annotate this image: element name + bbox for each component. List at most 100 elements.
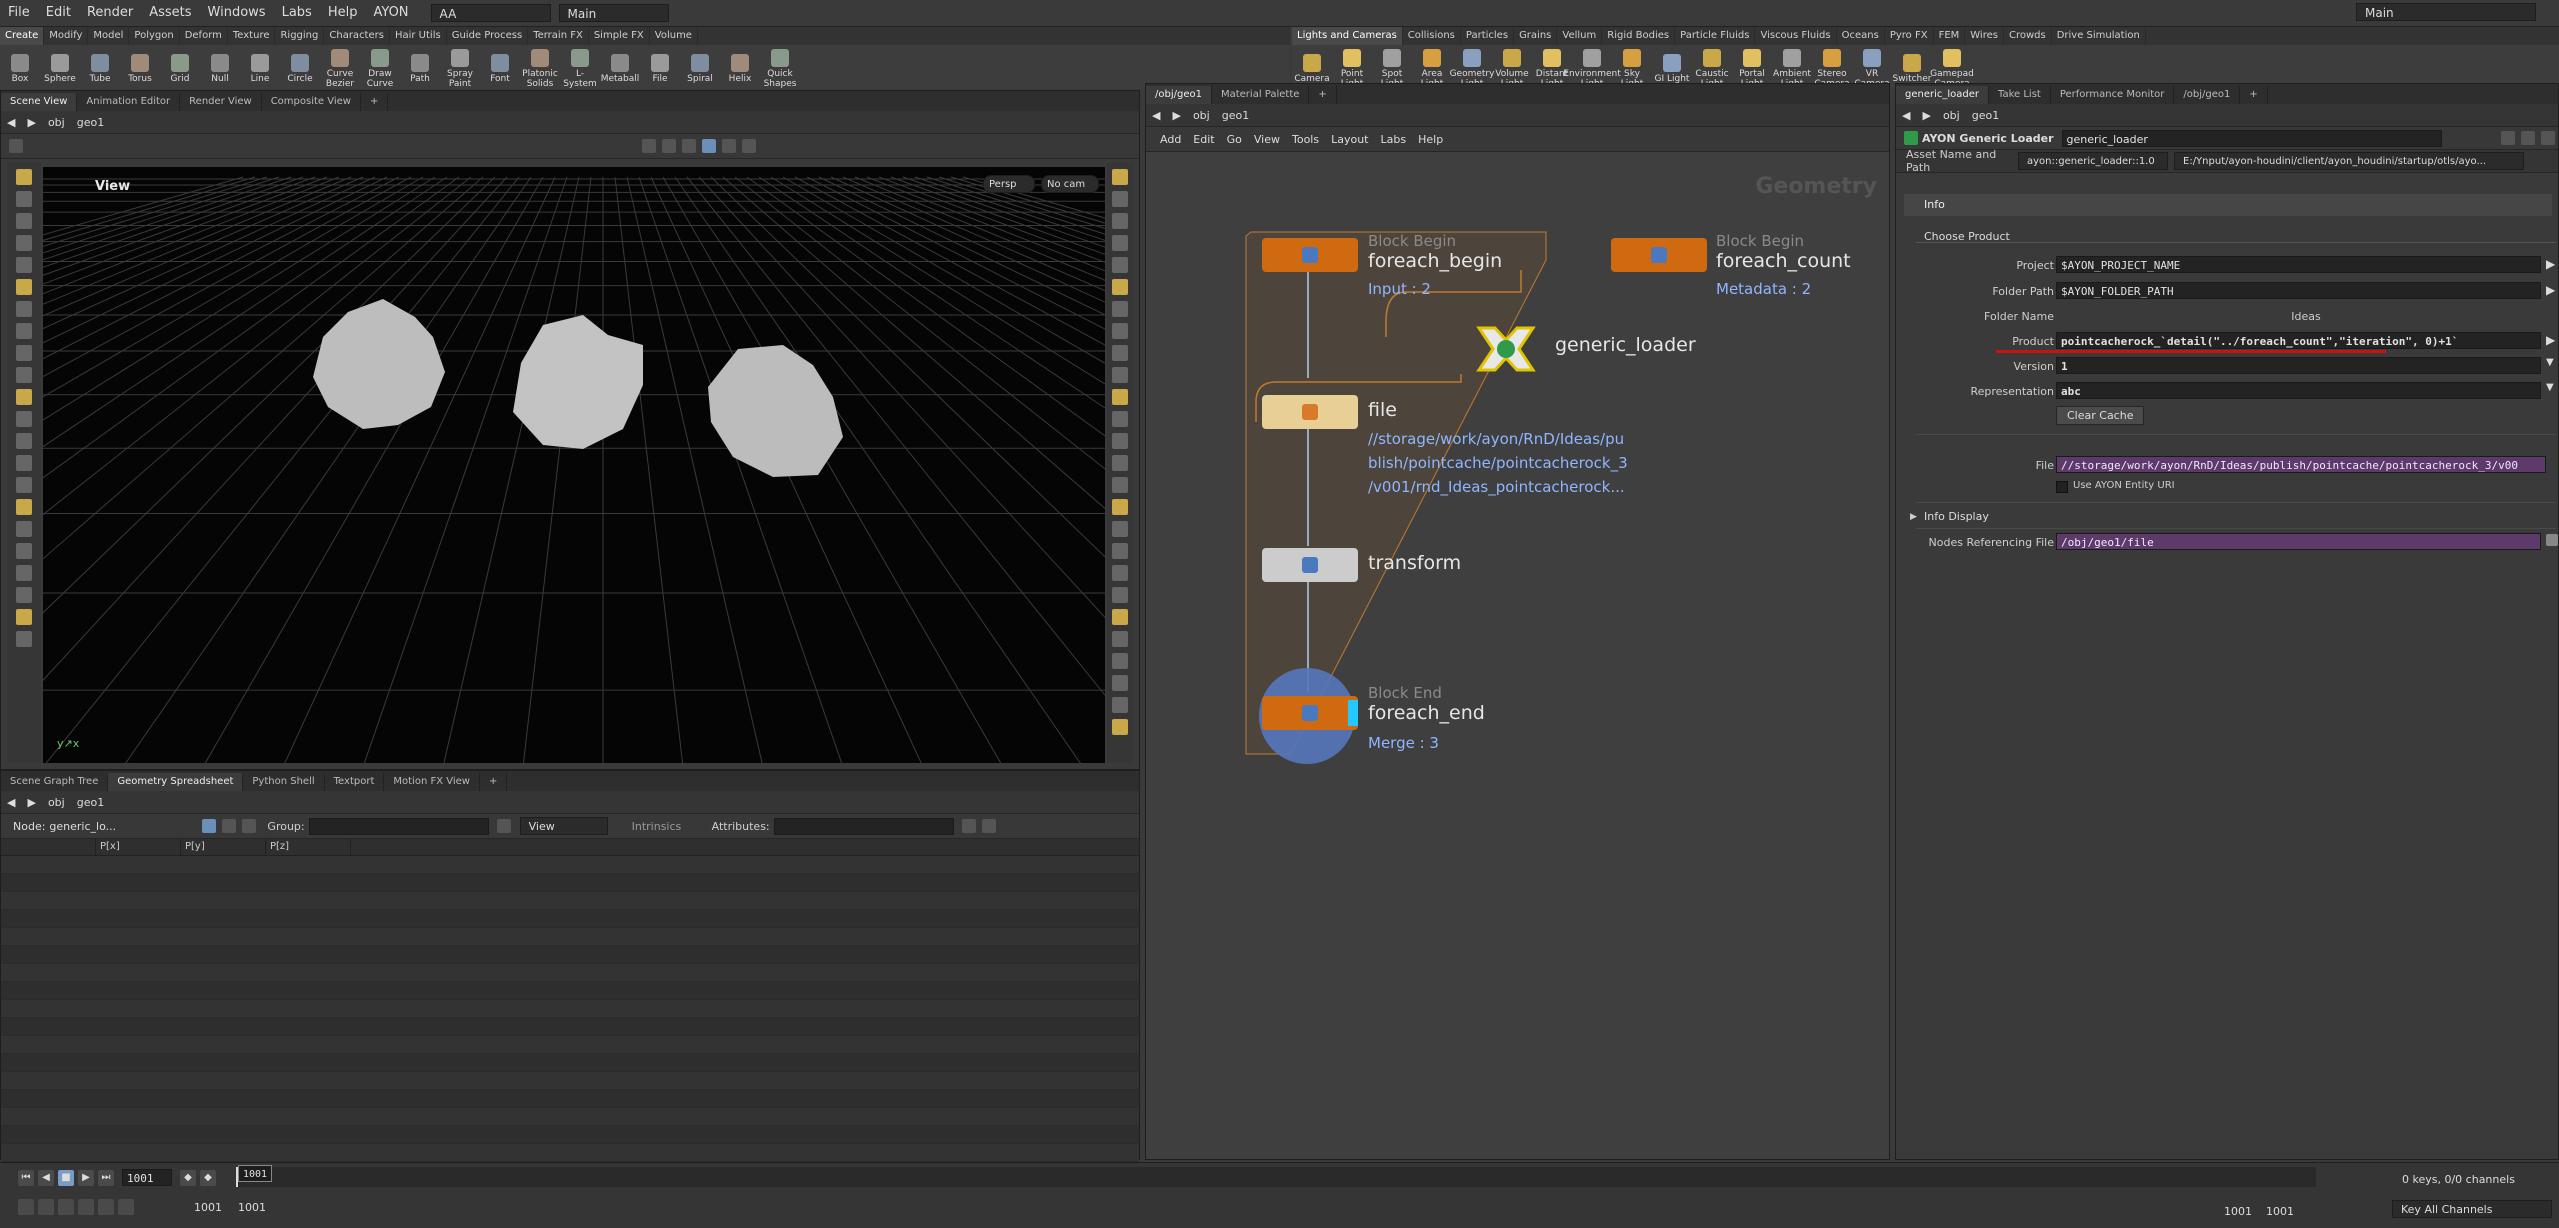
playback-range-start[interactable]: 1001 <box>2224 1205 2252 1218</box>
shelf-tool-sphere[interactable]: Sphere <box>40 50 80 84</box>
left-tool-icon[interactable] <box>16 543 32 559</box>
stop-icon[interactable]: ■ <box>58 1169 74 1186</box>
node-foreach-begin[interactable] <box>1262 238 1358 272</box>
node-foreach-count[interactable] <box>1611 238 1707 272</box>
left-tool-icon[interactable] <box>16 213 32 229</box>
project-picker-icon[interactable]: ▶ <box>2546 257 2555 271</box>
lighting-icon[interactable] <box>722 139 736 153</box>
shelf-tool-curve-bezier[interactable]: Curve Bezier <box>320 45 360 89</box>
settings-icon[interactable] <box>981 819 996 833</box>
display-option-icon[interactable] <box>642 139 656 153</box>
left-tool-icon[interactable] <box>16 191 32 207</box>
file-field[interactable]: //storage/work/ayon/RnD/Ideas/publish/po… <box>2056 456 2546 473</box>
clear-cache-button[interactable]: Clear Cache <box>2056 406 2145 425</box>
shelf-tab-modify[interactable]: Modify <box>44 27 89 45</box>
realtime-toggle-icon[interactable] <box>18 1199 34 1215</box>
left-tool-icon[interactable] <box>16 323 32 339</box>
shelf-tab-lights-and-cameras[interactable]: Lights and Cameras <box>1292 27 1403 45</box>
folder-path-field[interactable]: $AYON_FOLDER_PATH <box>2056 282 2541 299</box>
loop-icon[interactable] <box>58 1199 74 1215</box>
left-tool-icon[interactable] <box>16 631 32 647</box>
shelf-tab-grains[interactable]: Grains <box>1514 27 1558 45</box>
menu-windows[interactable]: Windows <box>200 0 274 26</box>
right-tool-icon[interactable] <box>1112 345 1128 361</box>
global-anim-icon[interactable] <box>98 1199 114 1215</box>
net-menu-view[interactable]: View <box>1248 133 1286 146</box>
back-icon[interactable]: ◀ <box>1896 109 1916 122</box>
context-dropdown[interactable]: Main <box>558 4 669 22</box>
playback-range-end[interactable]: 1001 <box>2266 1205 2294 1218</box>
tab-scene-graph-tree[interactable]: Scene Graph Tree <box>1 773 109 791</box>
shelf-tool-grid[interactable]: Grid <box>160 50 200 84</box>
tab-textport[interactable]: Textport <box>325 773 385 791</box>
tab-take-list[interactable]: Take List <box>1989 86 2051 104</box>
left-tool-icon[interactable] <box>16 609 32 625</box>
tab-scene-view[interactable]: Scene View <box>1 93 78 111</box>
shelf-tab-guide-process[interactable]: Guide Process <box>447 27 529 45</box>
right-tool-icon[interactable] <box>1112 169 1128 185</box>
shelf-tab-simple-fx[interactable]: Simple FX <box>589 27 650 45</box>
left-tool-icon[interactable] <box>16 477 32 493</box>
back-icon[interactable]: ◀ <box>1 116 21 129</box>
shelf-tab-wires[interactable]: Wires <box>1965 27 2004 45</box>
right-tool-icon[interactable] <box>1112 323 1128 339</box>
left-tool-icon[interactable] <box>16 279 32 295</box>
shelf-tab-oceans[interactable]: Oceans <box>1837 27 1885 45</box>
forward-icon[interactable]: ▶ <box>21 796 41 809</box>
right-tool-icon[interactable] <box>1112 609 1128 625</box>
audio-icon[interactable] <box>38 1199 54 1215</box>
shelf-tool-switcher[interactable]: Switcher <box>1892 50 1932 84</box>
shelf-tab-volume[interactable]: Volume <box>650 27 698 45</box>
tab-material-palette[interactable]: Material Palette <box>1212 86 1310 104</box>
shelf-tool-metaball[interactable]: Metaball <box>600 50 640 84</box>
right-tool-icon[interactable] <box>1112 411 1128 427</box>
display-flag-icon[interactable] <box>1348 700 1358 726</box>
shelf-tab-crowds[interactable]: Crowds <box>2004 27 2052 45</box>
range-end[interactable]: 1001 <box>238 1201 282 1214</box>
right-tool-icon[interactable] <box>1112 235 1128 251</box>
node-generic-loader[interactable] <box>1471 322 1541 376</box>
left-tool-icon[interactable] <box>16 301 32 317</box>
gear-icon[interactable] <box>2501 131 2515 145</box>
node-foreach-end[interactable] <box>1262 696 1358 730</box>
jump-end-icon[interactable]: ⏭ <box>98 1169 114 1186</box>
shelf-tool-circle[interactable]: Circle <box>280 50 320 84</box>
shelf-tab-fem[interactable]: FEM <box>1934 27 1966 45</box>
menu-file[interactable]: File <box>0 0 38 26</box>
representation-field[interactable]: abc <box>2056 382 2541 399</box>
tab-network-geo1[interactable]: /obj/geo1 <box>1146 86 1212 104</box>
shelf-tab-particles[interactable]: Particles <box>1461 27 1515 45</box>
right-tool-icon[interactable] <box>1112 719 1128 735</box>
frame-range-icon[interactable] <box>78 1199 94 1215</box>
shelf-tab-polygon[interactable]: Polygon <box>129 27 180 45</box>
menu-help[interactable]: Help <box>320 0 366 26</box>
right-tool-icon[interactable] <box>1112 389 1128 405</box>
use-entity-uri-checkbox[interactable] <box>2056 481 2068 493</box>
shelf-tool-path[interactable]: Path <box>400 50 440 84</box>
shelf-tool-helix[interactable]: Helix <box>720 50 760 84</box>
path-geo1[interactable]: geo1 <box>1966 109 2005 122</box>
project-field[interactable]: $AYON_PROJECT_NAME <box>2056 256 2541 273</box>
menu-ayon[interactable]: AYON <box>365 0 416 26</box>
shelf-tab-terrain-fx[interactable]: Terrain FX <box>528 27 589 45</box>
next-key-icon[interactable]: ◆ <box>200 1169 216 1186</box>
shelf-tool-platonic-solids[interactable]: Platonic Solids <box>520 45 560 89</box>
shelf-tab-rigging[interactable]: Rigging <box>275 27 325 45</box>
asset-definition-dropdown[interactable]: ayon::generic_loader::1.0 <box>2018 152 2168 170</box>
help-icon[interactable] <box>2521 131 2535 145</box>
right-tool-icon[interactable] <box>1112 587 1128 603</box>
shelf-tool-torus[interactable]: Torus <box>120 50 160 84</box>
node-file[interactable] <box>1262 395 1358 429</box>
step-icon[interactable] <box>118 1199 134 1215</box>
add-tab-icon[interactable]: + <box>480 773 508 791</box>
right-tool-icon[interactable] <box>1112 191 1128 207</box>
info-display-expand-icon[interactable]: ▶ <box>1910 512 1917 522</box>
path-obj[interactable]: obj <box>42 116 71 129</box>
view-dropdown[interactable]: View <box>519 817 608 835</box>
play-icon[interactable]: ▶ <box>78 1169 94 1186</box>
path-geo1[interactable]: geo1 <box>71 116 110 129</box>
shelf-tab-collisions[interactable]: Collisions <box>1403 27 1461 45</box>
viewport[interactable]: View Persp No cam y↗x <box>0 167 2559 768</box>
right-tool-icon[interactable] <box>1112 675 1128 691</box>
grid-menu-icon[interactable] <box>9 139 23 153</box>
